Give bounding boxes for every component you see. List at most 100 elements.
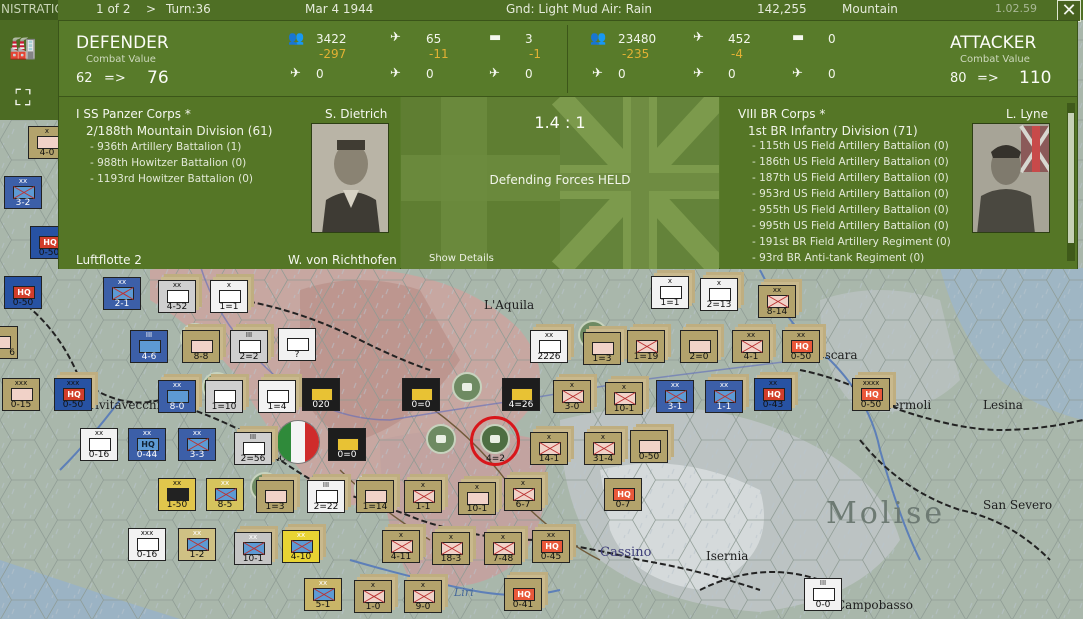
unit-counter[interactable]: 2=0 [680,330,718,363]
unit-counter[interactable]: III 2=22 [307,480,345,513]
left-toolbar: 🏭 ⛶ [0,20,58,120]
unit-counter[interactable]: III 2=2 [230,330,268,363]
unit-counter[interactable]: 1=19 [627,330,665,363]
unit-counter[interactable]: x 1-0 [354,580,392,613]
unit-counter[interactable]: xx 1-50 [158,478,196,511]
unit-counter[interactable]: x 4-11 [382,530,420,563]
infantry-icon: 👥 [590,31,607,46]
attacker-battalion: - 186th US Field Artillery Battalion (0) [752,156,949,168]
unit-counter[interactable]: 1=14 [356,480,394,513]
hq-counter[interactable]: HQ 0-50 [4,276,42,309]
unit-counter[interactable]: x 10-1 [458,482,496,515]
unit-counter[interactable]: xx 8-0 [158,380,196,413]
defender-commander-portrait [311,123,389,233]
unit-counter[interactable]: xx 8-5 [206,478,244,511]
unit-counter[interactable]: xx 3-1 [656,380,694,413]
defender-cv-label: Combat Value [86,54,156,65]
unit-counter[interactable]: x 1=1 [651,276,689,309]
unit-counter[interactable]: x 6-7 [504,478,542,511]
unit-counter[interactable]: 020 [302,378,340,411]
unit-counter[interactable]: xx 3-3 [178,428,216,461]
bomber-icon: ✈ [693,66,704,81]
attacker-forces-list[interactable]: VIII BR Corps * L. Lyne 1st BR Infantry … [720,97,1077,269]
unit-counter[interactable]: 8-8 [182,330,220,363]
hq-counter[interactable]: xx HQ 0-45 [532,530,570,563]
unit-counter[interactable]: x 10-1 [605,382,643,415]
unit-counter[interactable]: x 3-0 [553,380,591,413]
defender-battalion: - 988th Howitzer Battalion (0) [90,157,247,169]
defender-cv-arrow: => [104,71,126,86]
unit-counter[interactable]: xx 3-2 [4,176,42,209]
show-details-link[interactable]: Show Details [429,253,494,264]
zoom-map-icon[interactable]: ⛶ [4,82,42,116]
unit-counter[interactable]: 6 [0,326,18,359]
unit-counter[interactable]: 0-50 [630,430,668,463]
unit-counter[interactable]: 1=10 [205,380,243,413]
unit-counter[interactable]: xx 0-16 [80,428,118,461]
unit-counter[interactable]: III 0-0 [804,578,842,611]
attacker-battalion: - 115th US Field Artillery Battalion (0) [752,140,949,152]
unit-counter[interactable]: xx 4-1 [732,330,770,363]
attacker-commander-portrait [972,123,1050,233]
scrollbar-thumb[interactable] [1068,113,1074,243]
unit-counter[interactable]: xx 1-2 [178,528,216,561]
hq-counter[interactable]: xx HQ 0-50 [782,330,820,363]
close-button[interactable]: ✕ [1057,0,1081,22]
hq-counter[interactable]: xxxx HQ 0-50 [852,378,890,411]
unit-counter[interactable]: x 7-48 [484,532,522,565]
hq-counter[interactable]: xxx HQ 0-50 [54,378,92,411]
air-unit-icon[interactable] [426,424,456,454]
production-icon[interactable]: 🏭 [4,32,42,66]
hq-counter[interactable]: HQ 0-7 [604,478,642,511]
unit-counter[interactable]: x 31-4 [584,432,622,465]
place-isernia: Isernia [706,549,749,563]
unit-counter[interactable]: III 2=56 [234,432,272,465]
unit-counter[interactable]: xx 4-10 [282,530,320,563]
unit-counter[interactable]: xx 4-52 [158,280,196,313]
unit-counter[interactable]: x 14-1 [530,432,568,465]
hq-counter[interactable]: HQ 0-41 [504,578,542,611]
defender-commander: S. Dietrich [325,107,388,121]
unit-counter[interactable]: xx 2-1 [103,277,141,310]
attacker-battalion: - 191st BR Field Artillery Regiment (0) [752,236,951,248]
unit-counter[interactable]: xxx 0-16 [128,528,166,561]
unit-counter[interactable]: x 9-0 [404,580,442,613]
unit-counter[interactable]: 1=3 [583,332,621,365]
defender-air-corps: Luftflotte 2 [76,253,142,267]
defender-fighters: 0 [316,67,324,81]
defender-cv-before: 62 [76,71,93,86]
combat-odds: 1.4 : 1 [534,113,586,132]
unit-counter[interactable]: xx 5-1 [304,578,342,611]
unit-counter[interactable]: xx 10-1 [234,532,272,565]
unit-counter[interactable]: III 4-6 [130,330,168,363]
unit-counter[interactable]: x 2=13 [700,278,738,311]
unit-counter[interactable]: 1=3 [256,480,294,513]
hex-coordinates: 142,255 [757,2,807,16]
unit-counter[interactable]: 4=26 [502,378,540,411]
unit-counter[interactable]: ? [278,328,316,361]
unit-counter[interactable]: x 1=1 [210,280,248,313]
hq-counter[interactable]: xx HQ 0-43 [754,378,792,411]
unit-counter[interactable]: 0=0 [402,378,440,411]
air-unit-icon[interactable] [452,372,482,402]
attacker-list-scrollbar[interactable] [1067,103,1075,261]
unit-counter[interactable]: xx 2226 [530,330,568,363]
unit-counter[interactable]: x 1-1 [404,480,442,513]
attacker-corps: VIII BR Corps * [738,107,826,121]
place-termoli: Termoli [885,398,932,412]
unit-counter[interactable]: xx 1-1 [705,380,743,413]
attacker-battalion: - 93rd BR Anti-tank Regiment (0) [752,252,925,264]
fighter-icon: ✈ [592,66,603,81]
defender-transports: 0 [525,67,533,81]
next-page-arrow[interactable]: > [146,2,156,16]
selected-unit-icon[interactable] [480,424,510,454]
unit-counter[interactable]: 1=4 [258,380,296,413]
unit-counter[interactable]: x 18-3 [432,532,470,565]
unit-counter[interactable]: xxx 0-15 [2,378,40,411]
hq-counter[interactable]: xx HQ 0-44 [128,428,166,461]
unit-counter[interactable]: xx 8-14 [758,285,796,318]
defender-forces-list[interactable]: I SS Panzer Corps * S. Dietrich 2/188th … [59,97,400,269]
administration-tab[interactable]: NISTRATIO [0,0,58,20]
unit-counter[interactable]: 0=0 [328,428,366,461]
selected-unit-value: 4=2 [486,454,505,464]
